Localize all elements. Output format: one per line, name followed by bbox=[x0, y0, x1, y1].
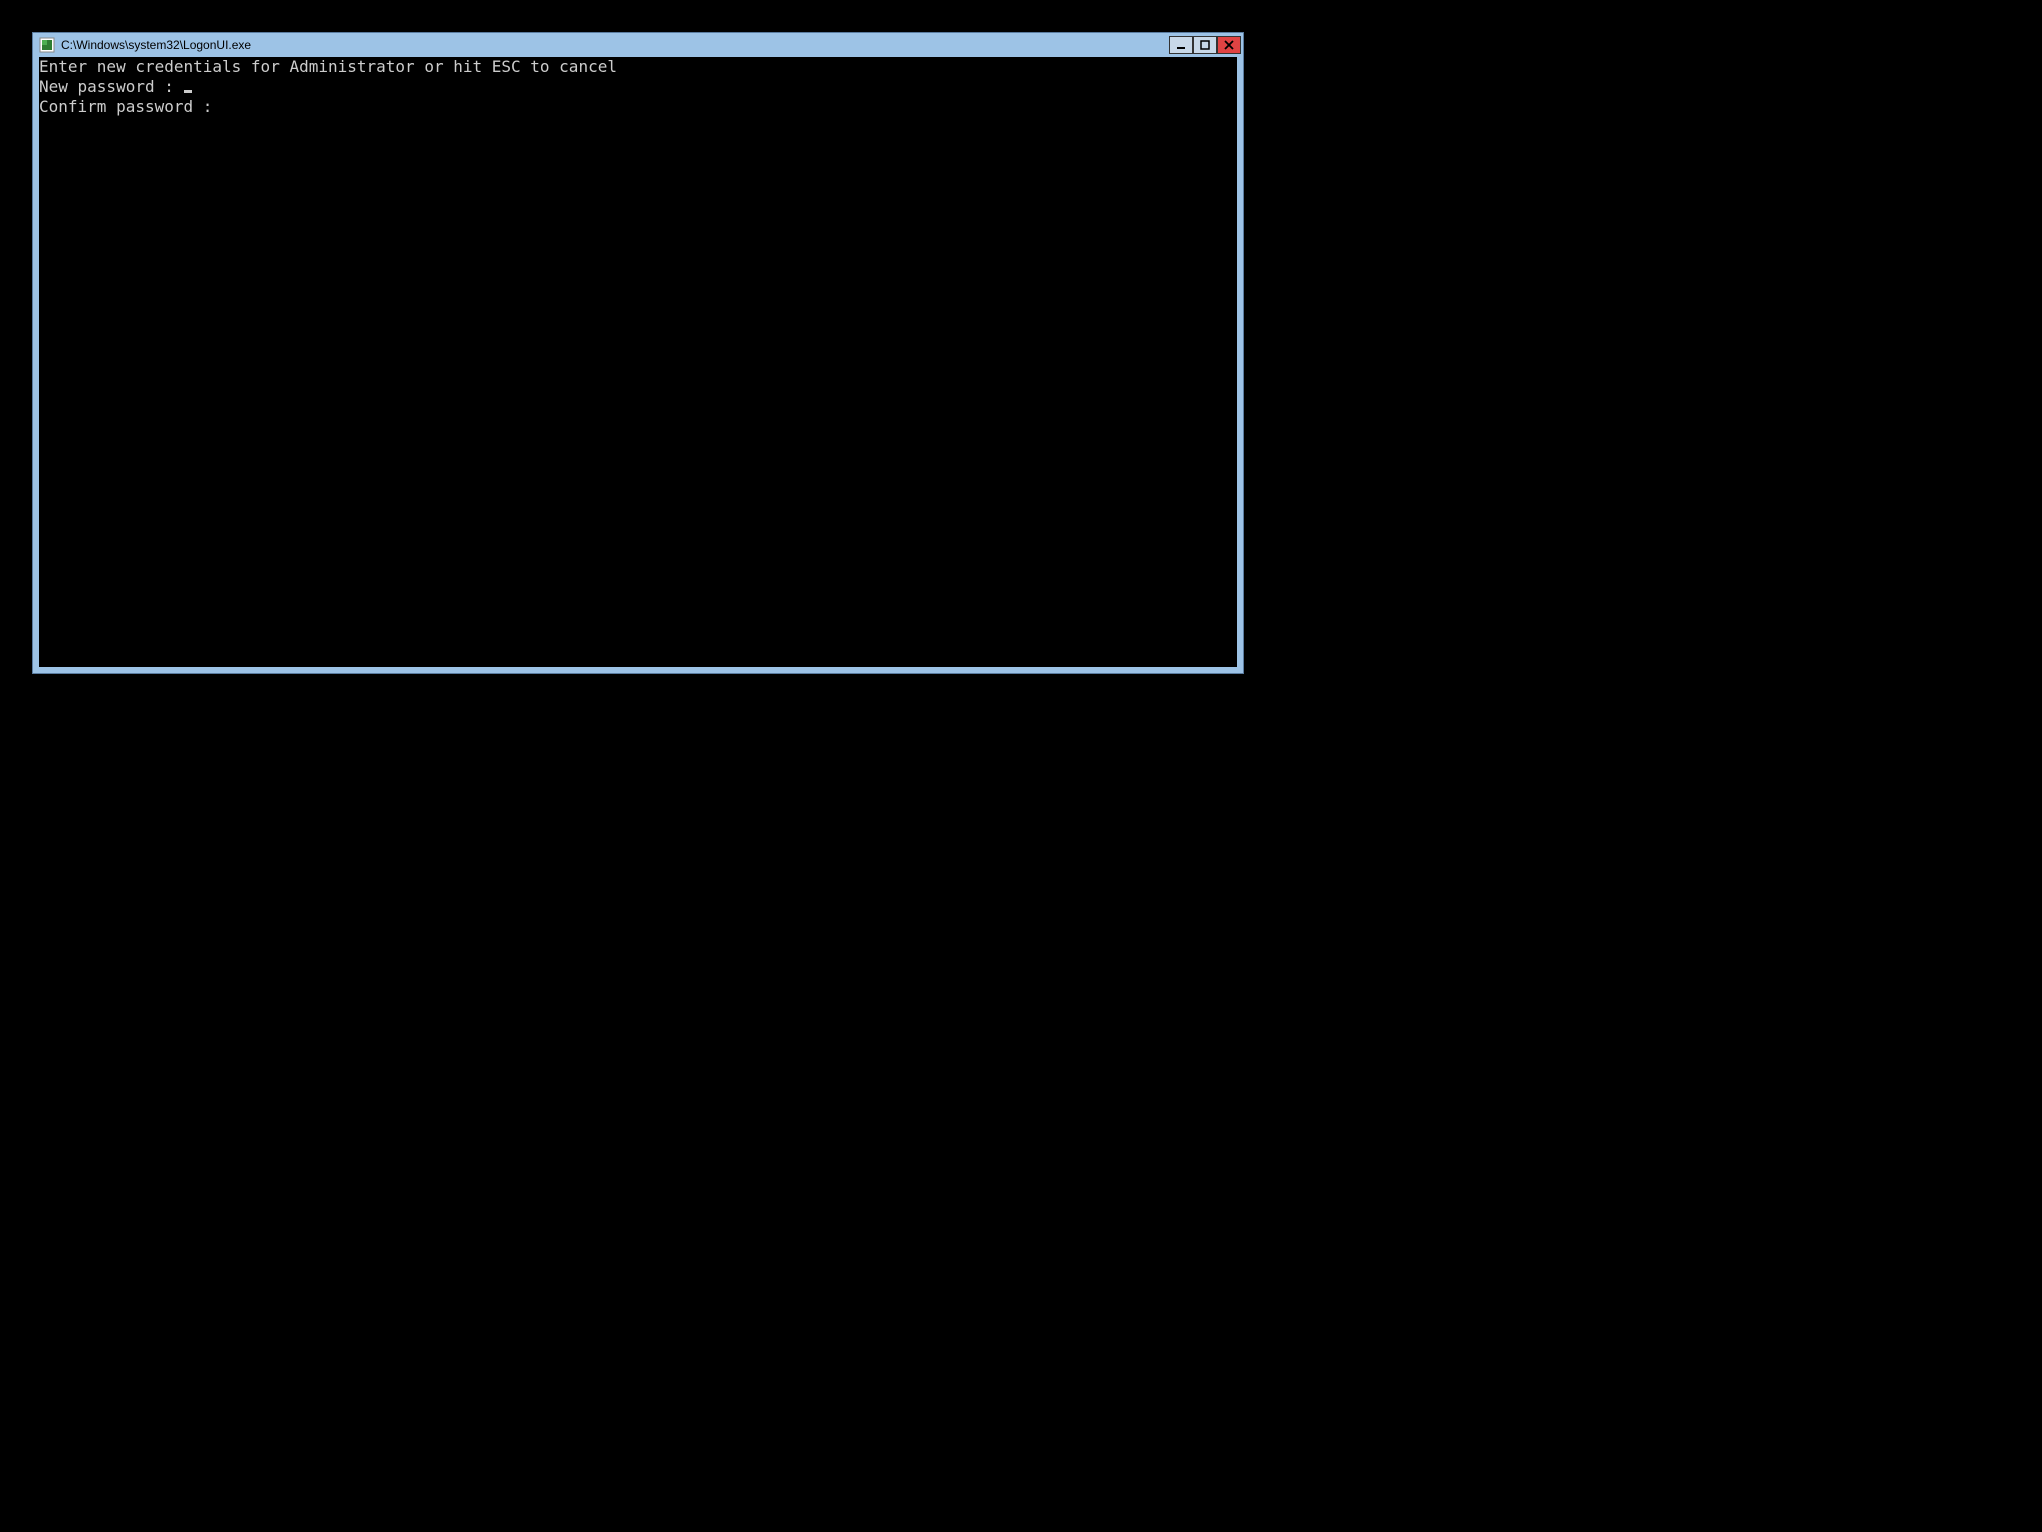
window-controls bbox=[1169, 36, 1241, 54]
text-cursor bbox=[184, 90, 192, 93]
confirm-password-line: Confirm password : bbox=[39, 97, 1237, 117]
close-button[interactable] bbox=[1217, 36, 1241, 54]
app-icon bbox=[39, 37, 55, 53]
new-password-line: New password : bbox=[39, 77, 1237, 97]
console-client-area[interactable]: Enter new credentials for Administrator … bbox=[39, 57, 1237, 667]
console-window: C:\Windows\system32\LogonUI.exe Enter ne bbox=[32, 32, 1244, 674]
new-password-label: New password : bbox=[39, 77, 184, 96]
minimize-button[interactable] bbox=[1169, 36, 1193, 54]
titlebar[interactable]: C:\Windows\system32\LogonUI.exe bbox=[33, 33, 1243, 57]
window-title: C:\Windows\system32\LogonUI.exe bbox=[61, 38, 1169, 52]
console-prompt-line: Enter new credentials for Administrator … bbox=[39, 57, 1237, 77]
maximize-button[interactable] bbox=[1193, 36, 1217, 54]
